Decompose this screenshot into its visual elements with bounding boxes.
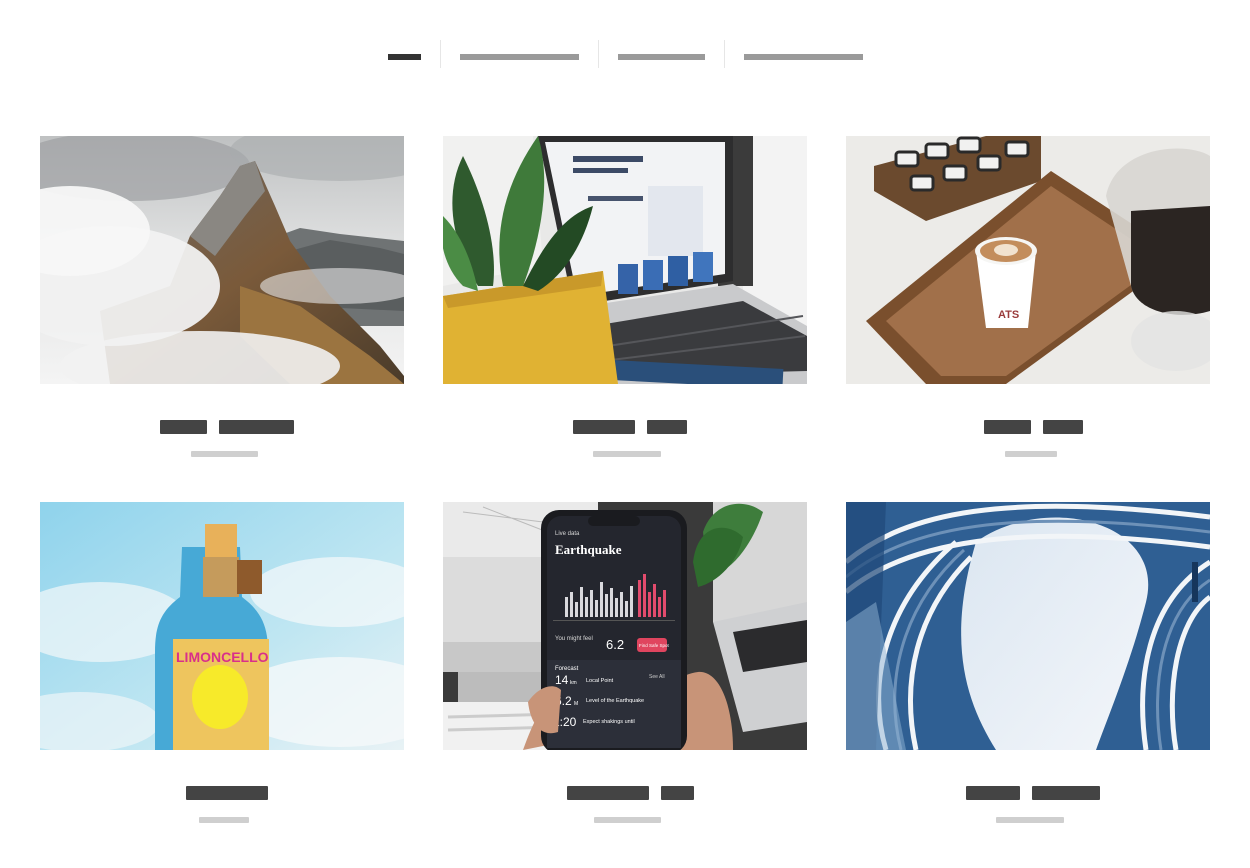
card-title: [846, 420, 1210, 434]
laptop-plant-image[interactable]: [443, 136, 807, 384]
curved-architecture-image[interactable]: [846, 502, 1210, 750]
card-title: [40, 420, 404, 434]
cup-text: ATS: [998, 309, 1019, 321]
phone-see-all: See All: [649, 674, 665, 680]
filter-divider: [598, 40, 599, 68]
phone-forecast-label: Forecast: [555, 666, 579, 672]
card-category: [1005, 451, 1057, 457]
filter-divider: [724, 40, 725, 68]
title-word: [1032, 786, 1100, 800]
title-word: [647, 420, 687, 434]
filter-tab-3[interactable]: [618, 54, 705, 60]
phone-title: Earthquake: [555, 542, 622, 557]
phone-safe-button: Find Safe Spot: [639, 643, 670, 648]
card-category: [191, 451, 258, 457]
title-word: [1043, 420, 1083, 434]
coffee-tray-image[interactable]: ATS: [846, 136, 1210, 384]
phone-row2-unit: M: [574, 701, 578, 707]
title-word: [573, 420, 635, 434]
card-title: [443, 786, 807, 800]
title-word: [984, 420, 1031, 434]
card-title: [443, 420, 807, 434]
phone-row2-label: Level of the Earthquake: [586, 698, 644, 704]
filter-tab-all[interactable]: [388, 54, 421, 60]
card-category: [199, 817, 249, 823]
limoncello-bottle-image[interactable]: LIMONCELLO: [40, 502, 404, 750]
title-word: [567, 786, 649, 800]
bottle-label-text: LIMONCELLO: [176, 649, 269, 665]
phone-row1-label: Local Point: [586, 678, 614, 684]
phone-might-feel-value: 6.2: [606, 637, 624, 652]
phone-row1-unit: km: [570, 680, 577, 686]
card-category: [996, 817, 1064, 823]
mountain-clouds-image[interactable]: [40, 136, 404, 384]
card-title: [846, 786, 1210, 800]
phone-earthquake-image[interactable]: Live data Earthquake You might feel 6.2 …: [443, 502, 807, 750]
title-word: [186, 786, 268, 800]
phone-row3-label: Expect shakings until: [583, 719, 635, 725]
portfolio-filter-bar: [0, 40, 1250, 68]
title-word: [219, 420, 294, 434]
title-word: [160, 420, 207, 434]
phone-row1-value: 14: [555, 673, 569, 687]
filter-divider: [440, 40, 441, 68]
filter-tab-4[interactable]: [744, 54, 863, 60]
title-word: [661, 786, 694, 800]
card-category: [594, 817, 661, 823]
card-title: [40, 786, 404, 800]
phone-header: Live data: [555, 531, 580, 537]
card-category: [593, 451, 661, 457]
title-word: [966, 786, 1020, 800]
filter-tab-2[interactable]: [460, 54, 579, 60]
phone-might-feel-label: You might feel: [555, 636, 593, 642]
